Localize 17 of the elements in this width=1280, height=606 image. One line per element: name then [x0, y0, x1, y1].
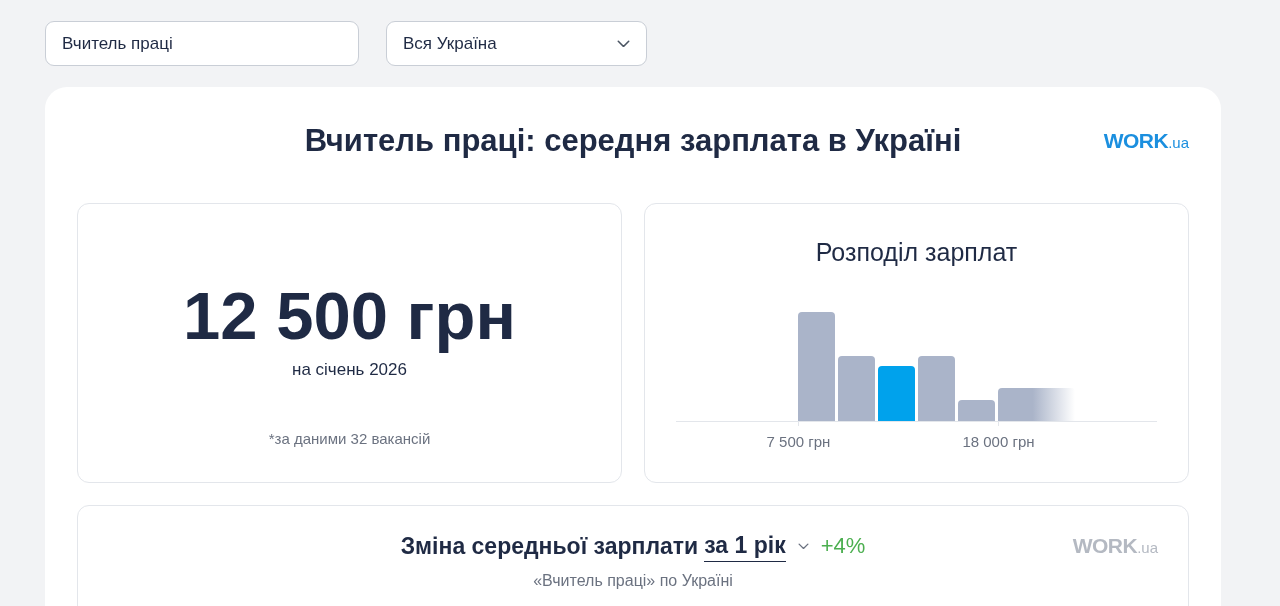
salary-change-value: +4%: [820, 532, 866, 560]
chevron-down-icon: [797, 542, 809, 550]
chart-title: Розподіл зарплат: [815, 237, 1018, 268]
axis-label: 7 500 грн: [766, 433, 831, 450]
chevron-down-icon: [617, 39, 630, 48]
salary-period: на січень 2026: [292, 359, 407, 381]
change-subtitle: «Вчитель праці» по Україні: [533, 571, 733, 591]
report-title: Вчитель праці: середня зарплата в Україні: [304, 122, 962, 160]
period-select[interactable]: за 1 рік: [704, 530, 786, 562]
logo: WORK.ua: [1072, 534, 1158, 558]
search-field[interactable]: Вчитель праці: [45, 21, 359, 66]
logo: WORK.ua: [1103, 129, 1189, 153]
region-select[interactable]: Вся Україна: [386, 21, 647, 66]
change-title: Зміна середньої зарплати: [400, 532, 699, 561]
axis-label: 18 000 грн: [962, 433, 1035, 450]
salary-amount: 12 500 грн: [183, 278, 516, 354]
vacancy-note: *за даними 32 вакансій: [268, 429, 431, 449]
